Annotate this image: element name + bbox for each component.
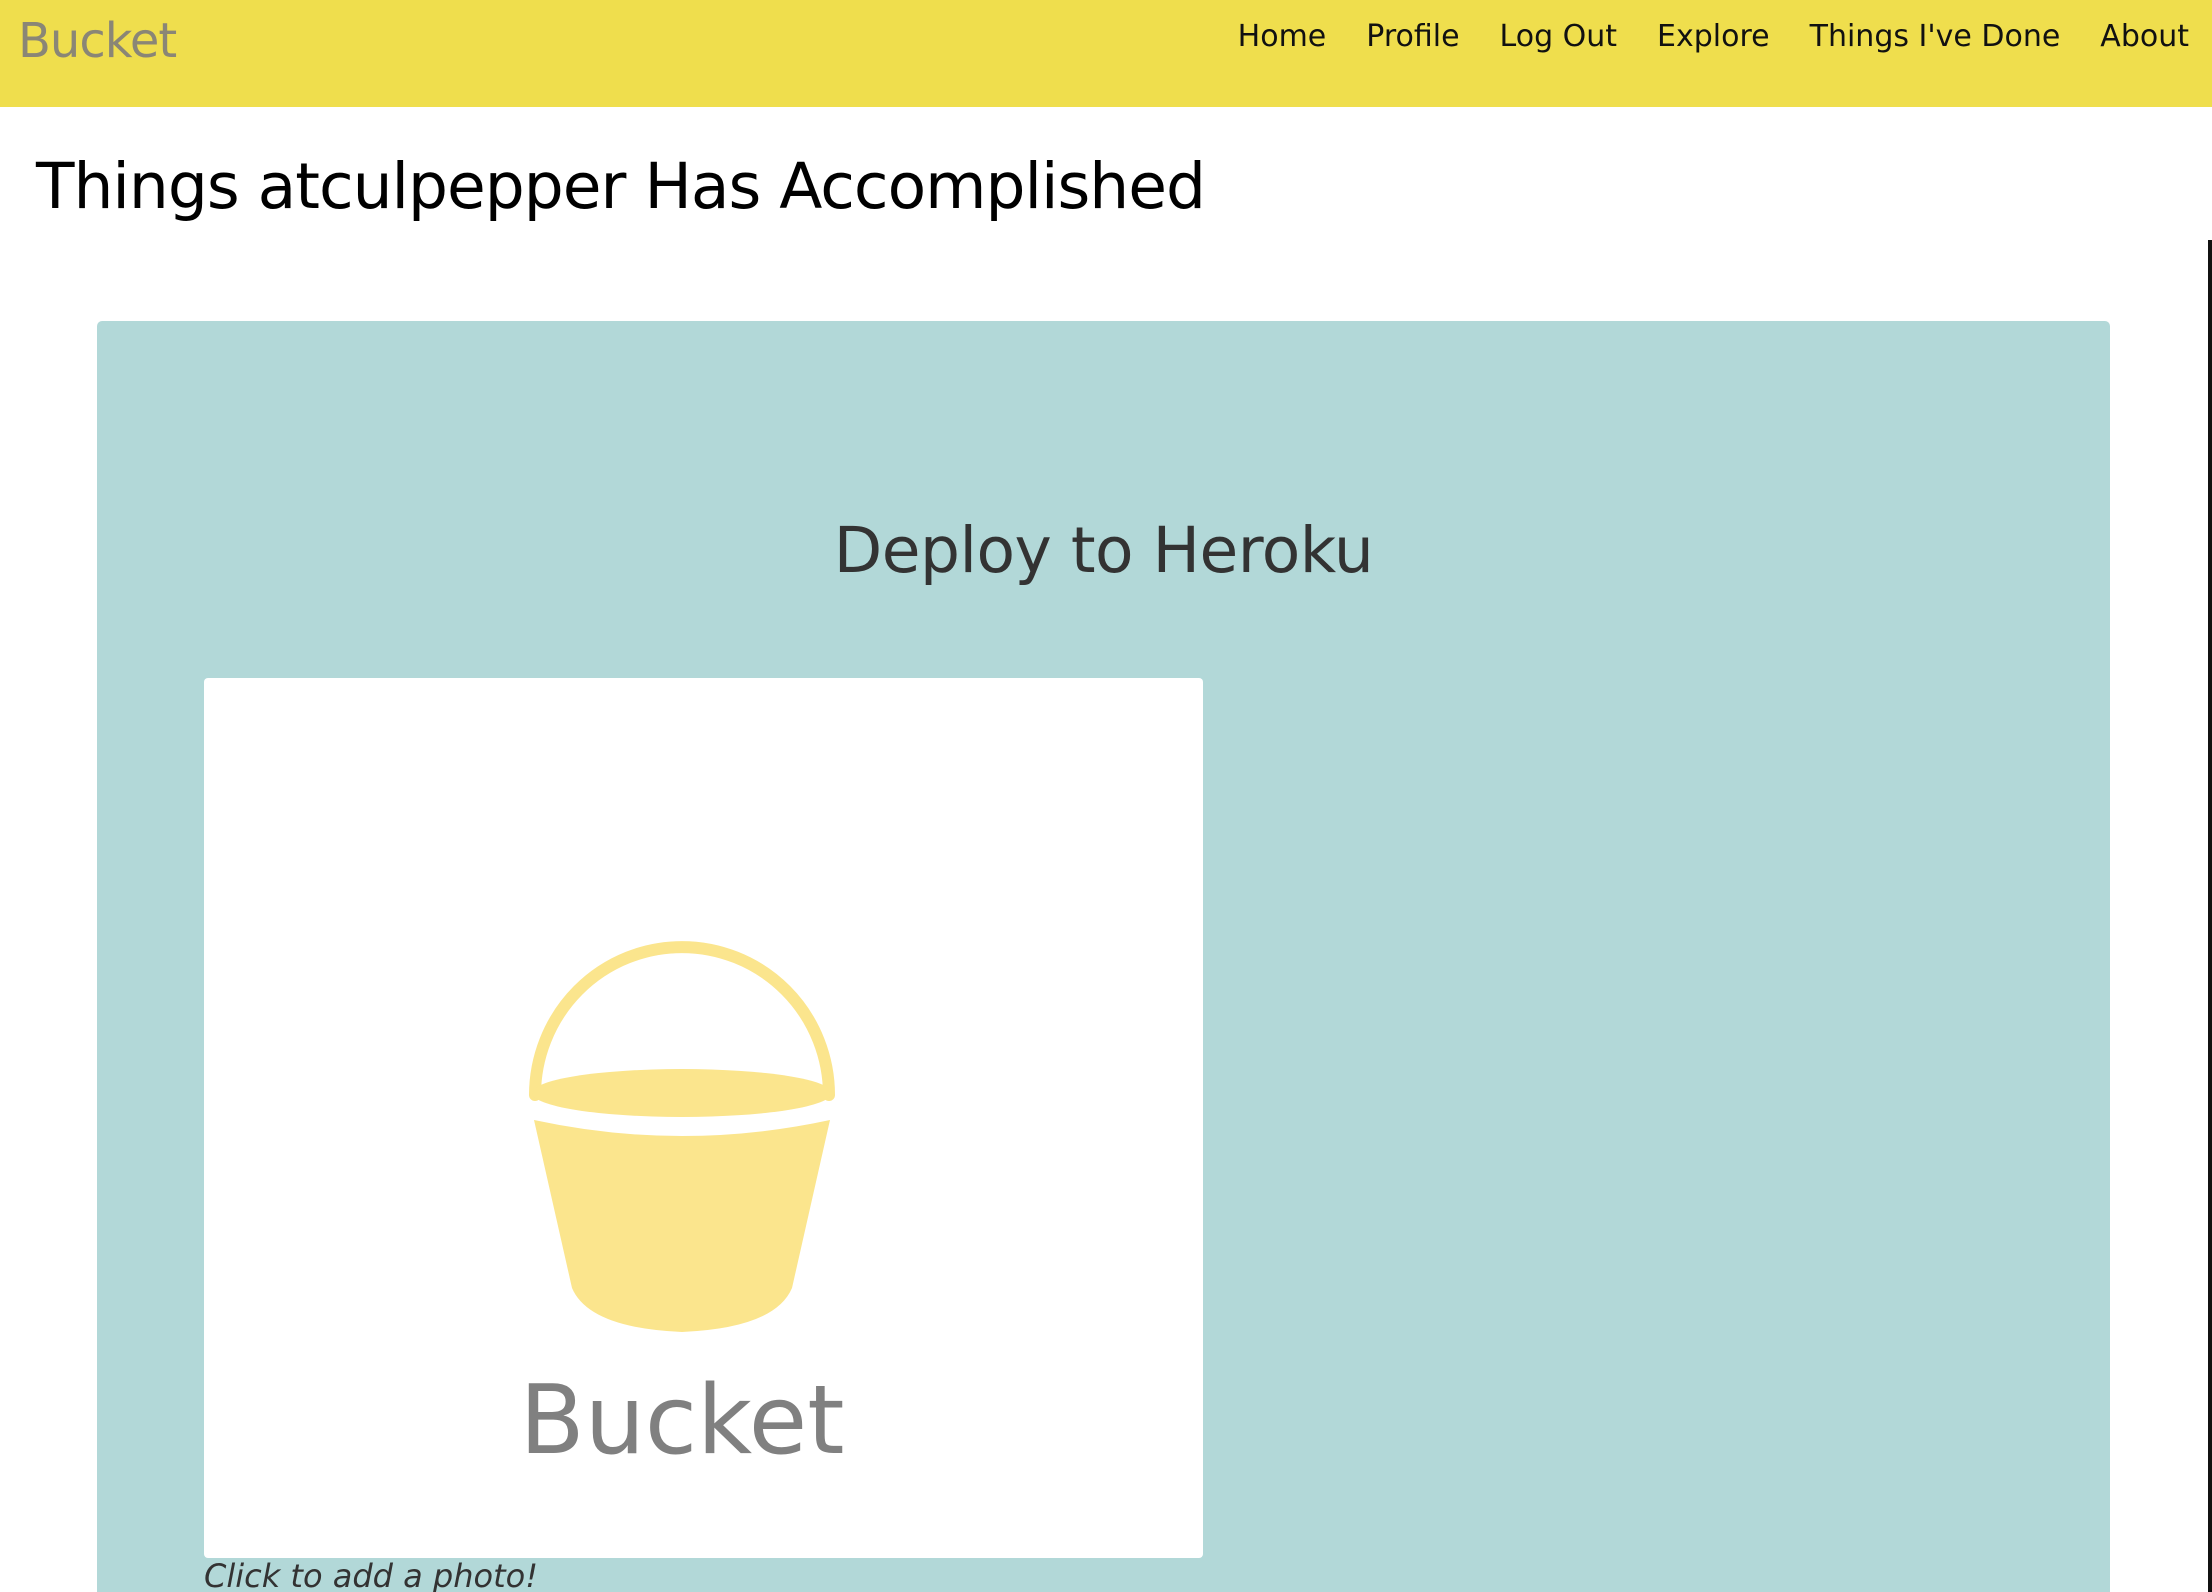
nav-explore-link[interactable]: Explore <box>1657 19 1770 54</box>
brand-logo-link[interactable]: Bucket <box>18 6 177 76</box>
bucket-logo-word: Bucket <box>520 1366 845 1476</box>
nav-home-link[interactable]: Home <box>1238 19 1327 54</box>
bucket-logo-text: Bucket <box>520 1366 845 1476</box>
nav-about-link[interactable]: About <box>2100 19 2189 54</box>
page: Bucket Home Profile Log Out Explore Thin… <box>0 0 2212 1592</box>
accomplishment-title: Deploy to Heroku <box>833 514 1374 587</box>
nav-profile-link[interactable]: Profile <box>1366 19 1459 54</box>
navbar: Bucket Home Profile Log Out Explore Thin… <box>0 0 2212 107</box>
accomplishment-card: Deploy to Heroku Bucket Click to add a p… <box>97 321 2110 1592</box>
window-edge <box>2208 240 2212 1592</box>
nav-links: Home Profile Log Out Explore Things I've… <box>1238 0 2189 72</box>
page-title: Things atculpepper Has Accomplished <box>36 150 1206 223</box>
nav-things-done-link[interactable]: Things I've Done <box>1810 19 2061 54</box>
add-photo-caption[interactable]: Click to add a photo! <box>204 1557 538 1592</box>
nav-logout-link[interactable]: Log Out <box>1500 19 1618 54</box>
photo-upload-area[interactable]: Bucket <box>204 678 1203 1558</box>
